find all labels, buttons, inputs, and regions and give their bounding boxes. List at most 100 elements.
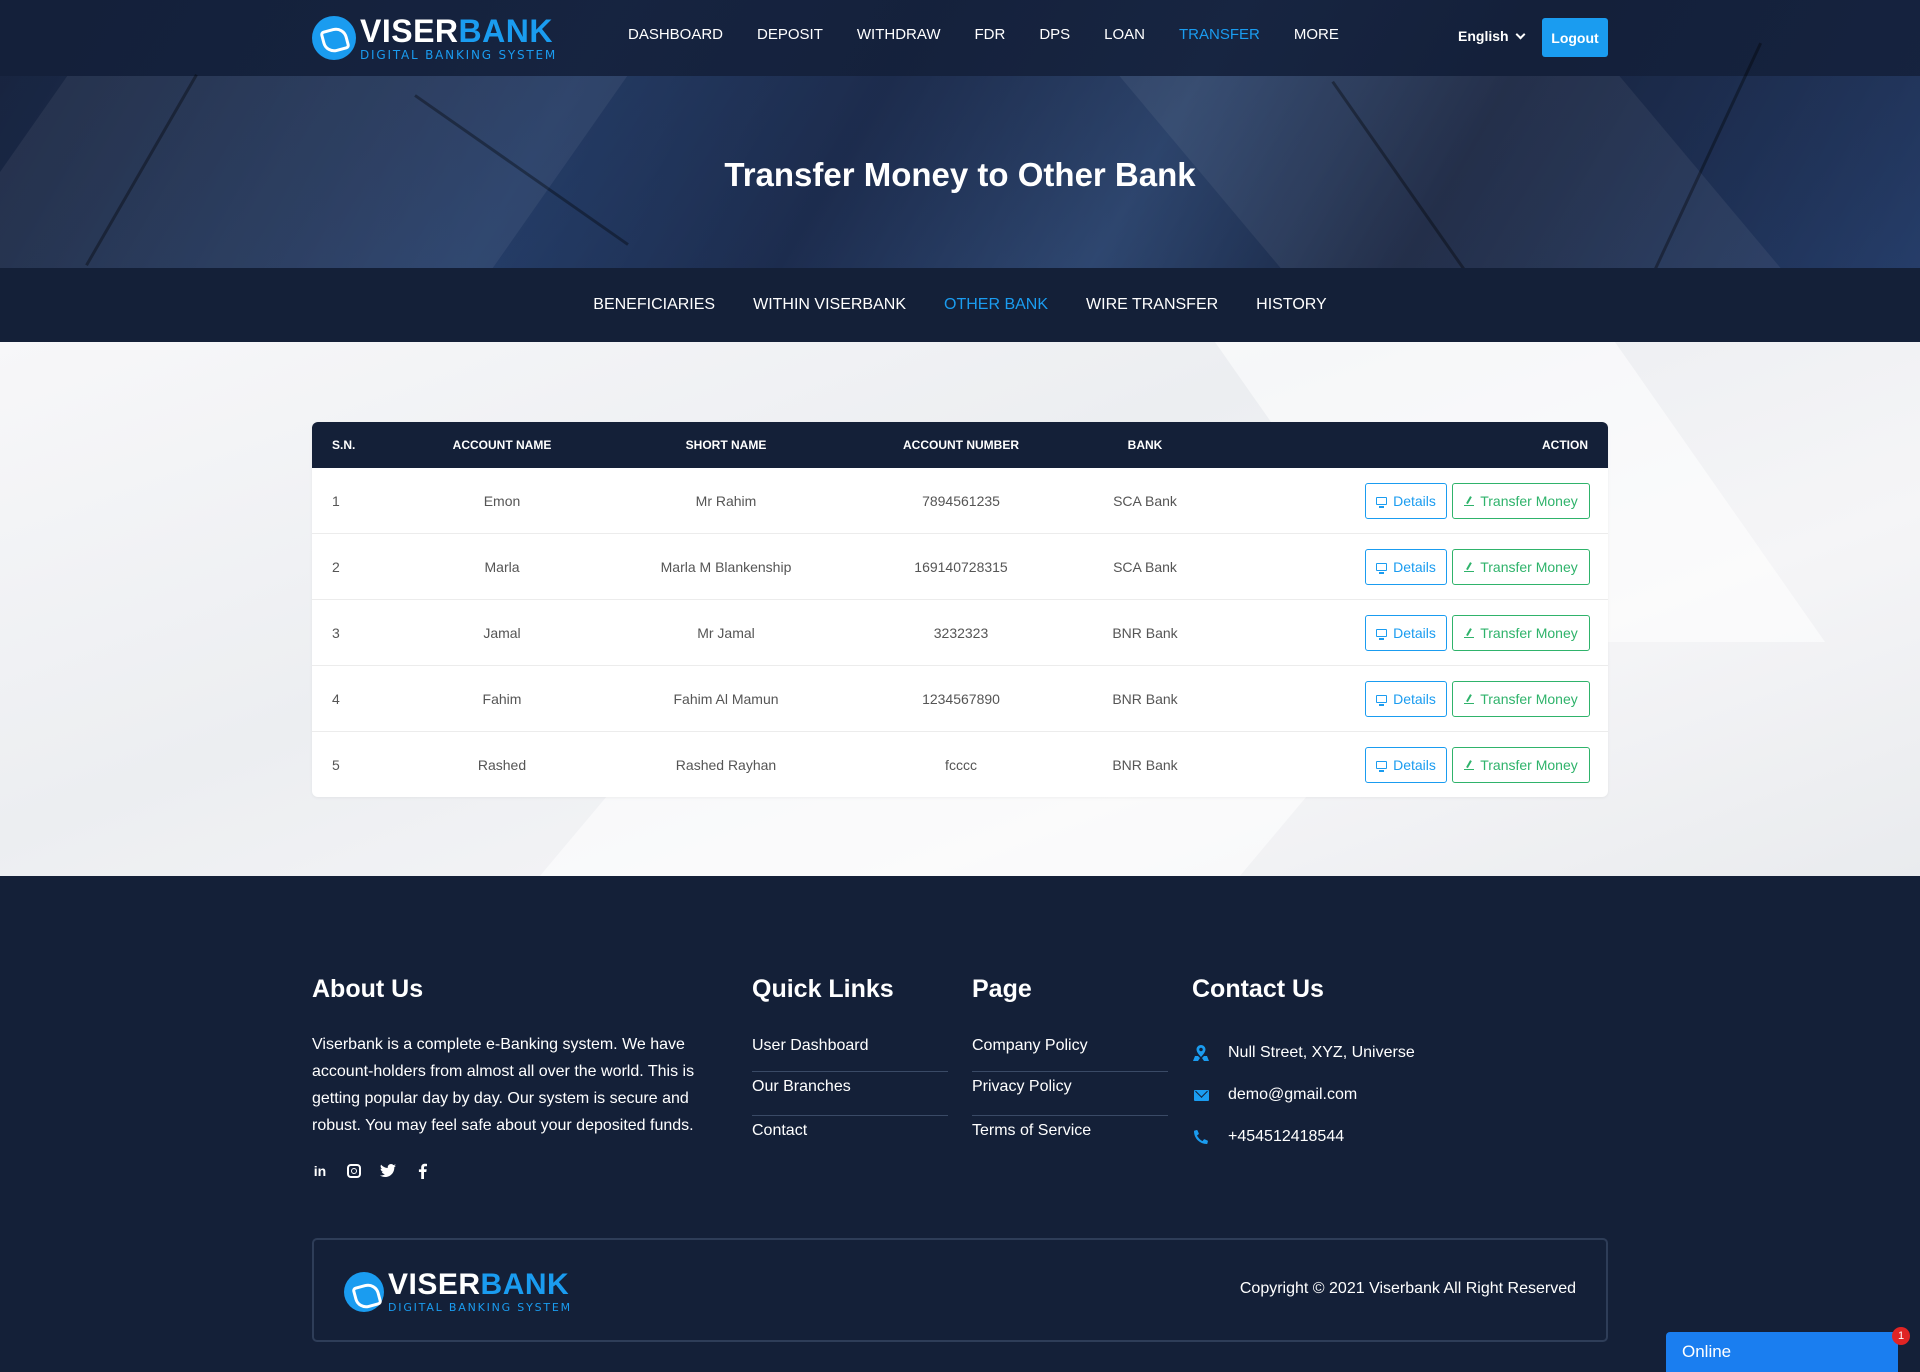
transfer-icon <box>1464 496 1475 506</box>
cell-sn: 2 <box>332 559 340 575</box>
tab-history[interactable]: HISTORY <box>1256 296 1327 314</box>
link-privacy-policy[interactable]: Privacy Policy <box>972 1072 1168 1116</box>
details-button[interactable]: Details <box>1365 549 1447 585</box>
col-short-name: SHORT NAME <box>685 438 767 452</box>
transfer-label: Transfer Money <box>1480 559 1578 575</box>
details-button[interactable]: Details <box>1365 483 1447 519</box>
link-company-policy[interactable]: Company Policy <box>972 1032 1168 1072</box>
nav-more[interactable]: MORE <box>1294 26 1339 43</box>
cell-account-number: 7894561235 <box>922 493 1000 509</box>
language-select[interactable]: English <box>1458 28 1526 44</box>
tab-other-bank[interactable]: OTHER BANK <box>944 296 1048 314</box>
phone-text: +454512418544 <box>1228 1128 1345 1145</box>
logo-word-bank: BANK <box>480 1268 570 1301</box>
nav-transfer[interactable]: TRANSFER <box>1179 26 1260 43</box>
nav-withdraw[interactable]: WITHDRAW <box>857 26 941 43</box>
table-row: 5 Rashed Rashed Rayhan fcccc BNR Bank De… <box>312 732 1608 797</box>
hero-banner: VISERBANK DIGITAL BANKING SYSTEM DASHBOA… <box>0 0 1920 268</box>
details-label: Details <box>1393 559 1436 575</box>
chat-status: Online <box>1682 1342 1732 1361</box>
facebook-icon[interactable] <box>414 1163 430 1179</box>
transfer-icon <box>1464 562 1475 572</box>
footer-bottom: VISERBANK DIGITAL BANKING SYSTEM Copyrig… <box>312 1238 1608 1342</box>
social-links: in <box>312 1163 430 1179</box>
cell-account-number: 3232323 <box>933 625 989 641</box>
link-our-branches[interactable]: Our Branches <box>752 1072 948 1116</box>
about-heading: About Us <box>312 975 424 1003</box>
chat-widget[interactable]: Online <box>1666 1332 1898 1372</box>
brand-logo[interactable]: VISERBANK DIGITAL BANKING SYSTEM <box>312 14 557 62</box>
nav-fdr[interactable]: FDR <box>974 26 1005 43</box>
tab-wire-transfer[interactable]: WIRE TRANSFER <box>1086 296 1218 314</box>
email-text: demo@gmail.com <box>1228 1086 1358 1103</box>
cell-short-name: Rashed Rayhan <box>675 757 777 773</box>
language-label: English <box>1458 28 1509 44</box>
logo-word-viser: VISER <box>388 1268 481 1301</box>
main-nav: DASHBOARD DEPOSIT WITHDRAW FDR DPS LOAN … <box>628 26 1373 43</box>
twitter-icon[interactable] <box>380 1163 396 1179</box>
transfer-money-button[interactable]: Transfer Money <box>1452 549 1590 585</box>
logo-word-bank: BANK <box>458 13 553 49</box>
cell-short-name: Marla M Blankenship <box>660 559 792 575</box>
link-contact[interactable]: Contact <box>752 1116 948 1160</box>
logout-button[interactable]: Logout <box>1542 18 1608 57</box>
logo-icon <box>344 1271 384 1312</box>
transfer-subnav: BENEFICIARIES WITHIN VISERBANK OTHER BAN… <box>0 268 1920 342</box>
desktop-icon <box>1376 497 1388 508</box>
transfer-money-button[interactable]: Transfer Money <box>1452 747 1590 783</box>
logo-tagline: DIGITAL BANKING SYSTEM <box>388 1301 572 1314</box>
transfer-icon <box>1464 760 1475 770</box>
nav-deposit[interactable]: DEPOSIT <box>757 26 823 43</box>
cell-sn: 4 <box>332 691 340 707</box>
cell-short-name: Mr Rahim <box>695 493 757 509</box>
contact-heading: Contact Us <box>1192 975 1324 1003</box>
contact-phone[interactable]: +454512418544 <box>1192 1116 1415 1158</box>
details-button[interactable]: Details <box>1365 747 1447 783</box>
cell-bank: SCA Bank <box>1113 493 1177 509</box>
chevron-down-icon <box>1515 29 1526 39</box>
tab-beneficiaries[interactable]: BENEFICIARIES <box>593 296 715 314</box>
page-links-list: Company Policy Privacy Policy Terms of S… <box>972 1032 1168 1160</box>
desktop-icon <box>1376 629 1388 640</box>
chat-unread-badge: 1 <box>1892 1327 1910 1345</box>
contact-list: Null Street, XYZ, Universe demo@gmail.co… <box>1192 1032 1415 1158</box>
table-header: S.N. ACCOUNT NAME SHORT NAME ACCOUNT NUM… <box>312 422 1608 468</box>
table-row: 2 Marla Marla M Blankenship 169140728315… <box>312 534 1608 600</box>
link-user-dashboard[interactable]: User Dashboard <box>752 1032 948 1072</box>
transfer-money-button[interactable]: Transfer Money <box>1452 615 1590 651</box>
quick-links-list: User Dashboard Our Branches Contact <box>752 1032 948 1160</box>
table-row: 4 Fahim Fahim Al Mamun 1234567890 BNR Ba… <box>312 666 1608 732</box>
cell-sn: 1 <box>332 493 340 509</box>
link-terms-of-service[interactable]: Terms of Service <box>972 1116 1168 1160</box>
transfer-icon <box>1464 628 1475 638</box>
details-label: Details <box>1393 625 1436 641</box>
col-account-number: ACCOUNT NUMBER <box>903 438 1019 452</box>
details-button[interactable]: Details <box>1365 681 1447 717</box>
transfer-money-button[interactable]: Transfer Money <box>1452 681 1590 717</box>
phone-icon <box>1192 1128 1210 1146</box>
nav-dashboard[interactable]: DASHBOARD <box>628 26 723 43</box>
details-button[interactable]: Details <box>1365 615 1447 651</box>
nav-dps[interactable]: DPS <box>1039 26 1070 43</box>
linkedin-icon[interactable]: in <box>312 1163 328 1179</box>
col-account-name: ACCOUNT NAME <box>452 438 552 452</box>
cell-account-number: fcccc <box>945 757 977 773</box>
tab-within-viserbank[interactable]: WITHIN VISERBANK <box>753 296 906 314</box>
contact-email[interactable]: demo@gmail.com <box>1192 1074 1415 1116</box>
logo-tagline: DIGITAL BANKING SYSTEM <box>360 48 558 62</box>
page-heading: Page <box>972 975 1032 1003</box>
transfer-money-button[interactable]: Transfer Money <box>1452 483 1590 519</box>
col-sn: S.N. <box>332 438 356 452</box>
desktop-icon <box>1376 695 1388 706</box>
cell-sn: 3 <box>332 625 340 641</box>
map-marker-icon <box>1192 1044 1210 1062</box>
nav-loan[interactable]: LOAN <box>1104 26 1145 43</box>
cell-account-name: Marla <box>484 559 520 575</box>
instagram-icon[interactable] <box>346 1163 362 1179</box>
footer-logo[interactable]: VISERBANK DIGITAL BANKING SYSTEM <box>344 1270 572 1313</box>
beneficiaries-table: S.N. ACCOUNT NAME SHORT NAME ACCOUNT NUM… <box>312 422 1608 797</box>
top-navbar: VISERBANK DIGITAL BANKING SYSTEM DASHBOA… <box>0 0 1920 76</box>
details-label: Details <box>1393 493 1436 509</box>
col-bank: BANK <box>1127 438 1163 452</box>
transfer-label: Transfer Money <box>1480 691 1578 707</box>
